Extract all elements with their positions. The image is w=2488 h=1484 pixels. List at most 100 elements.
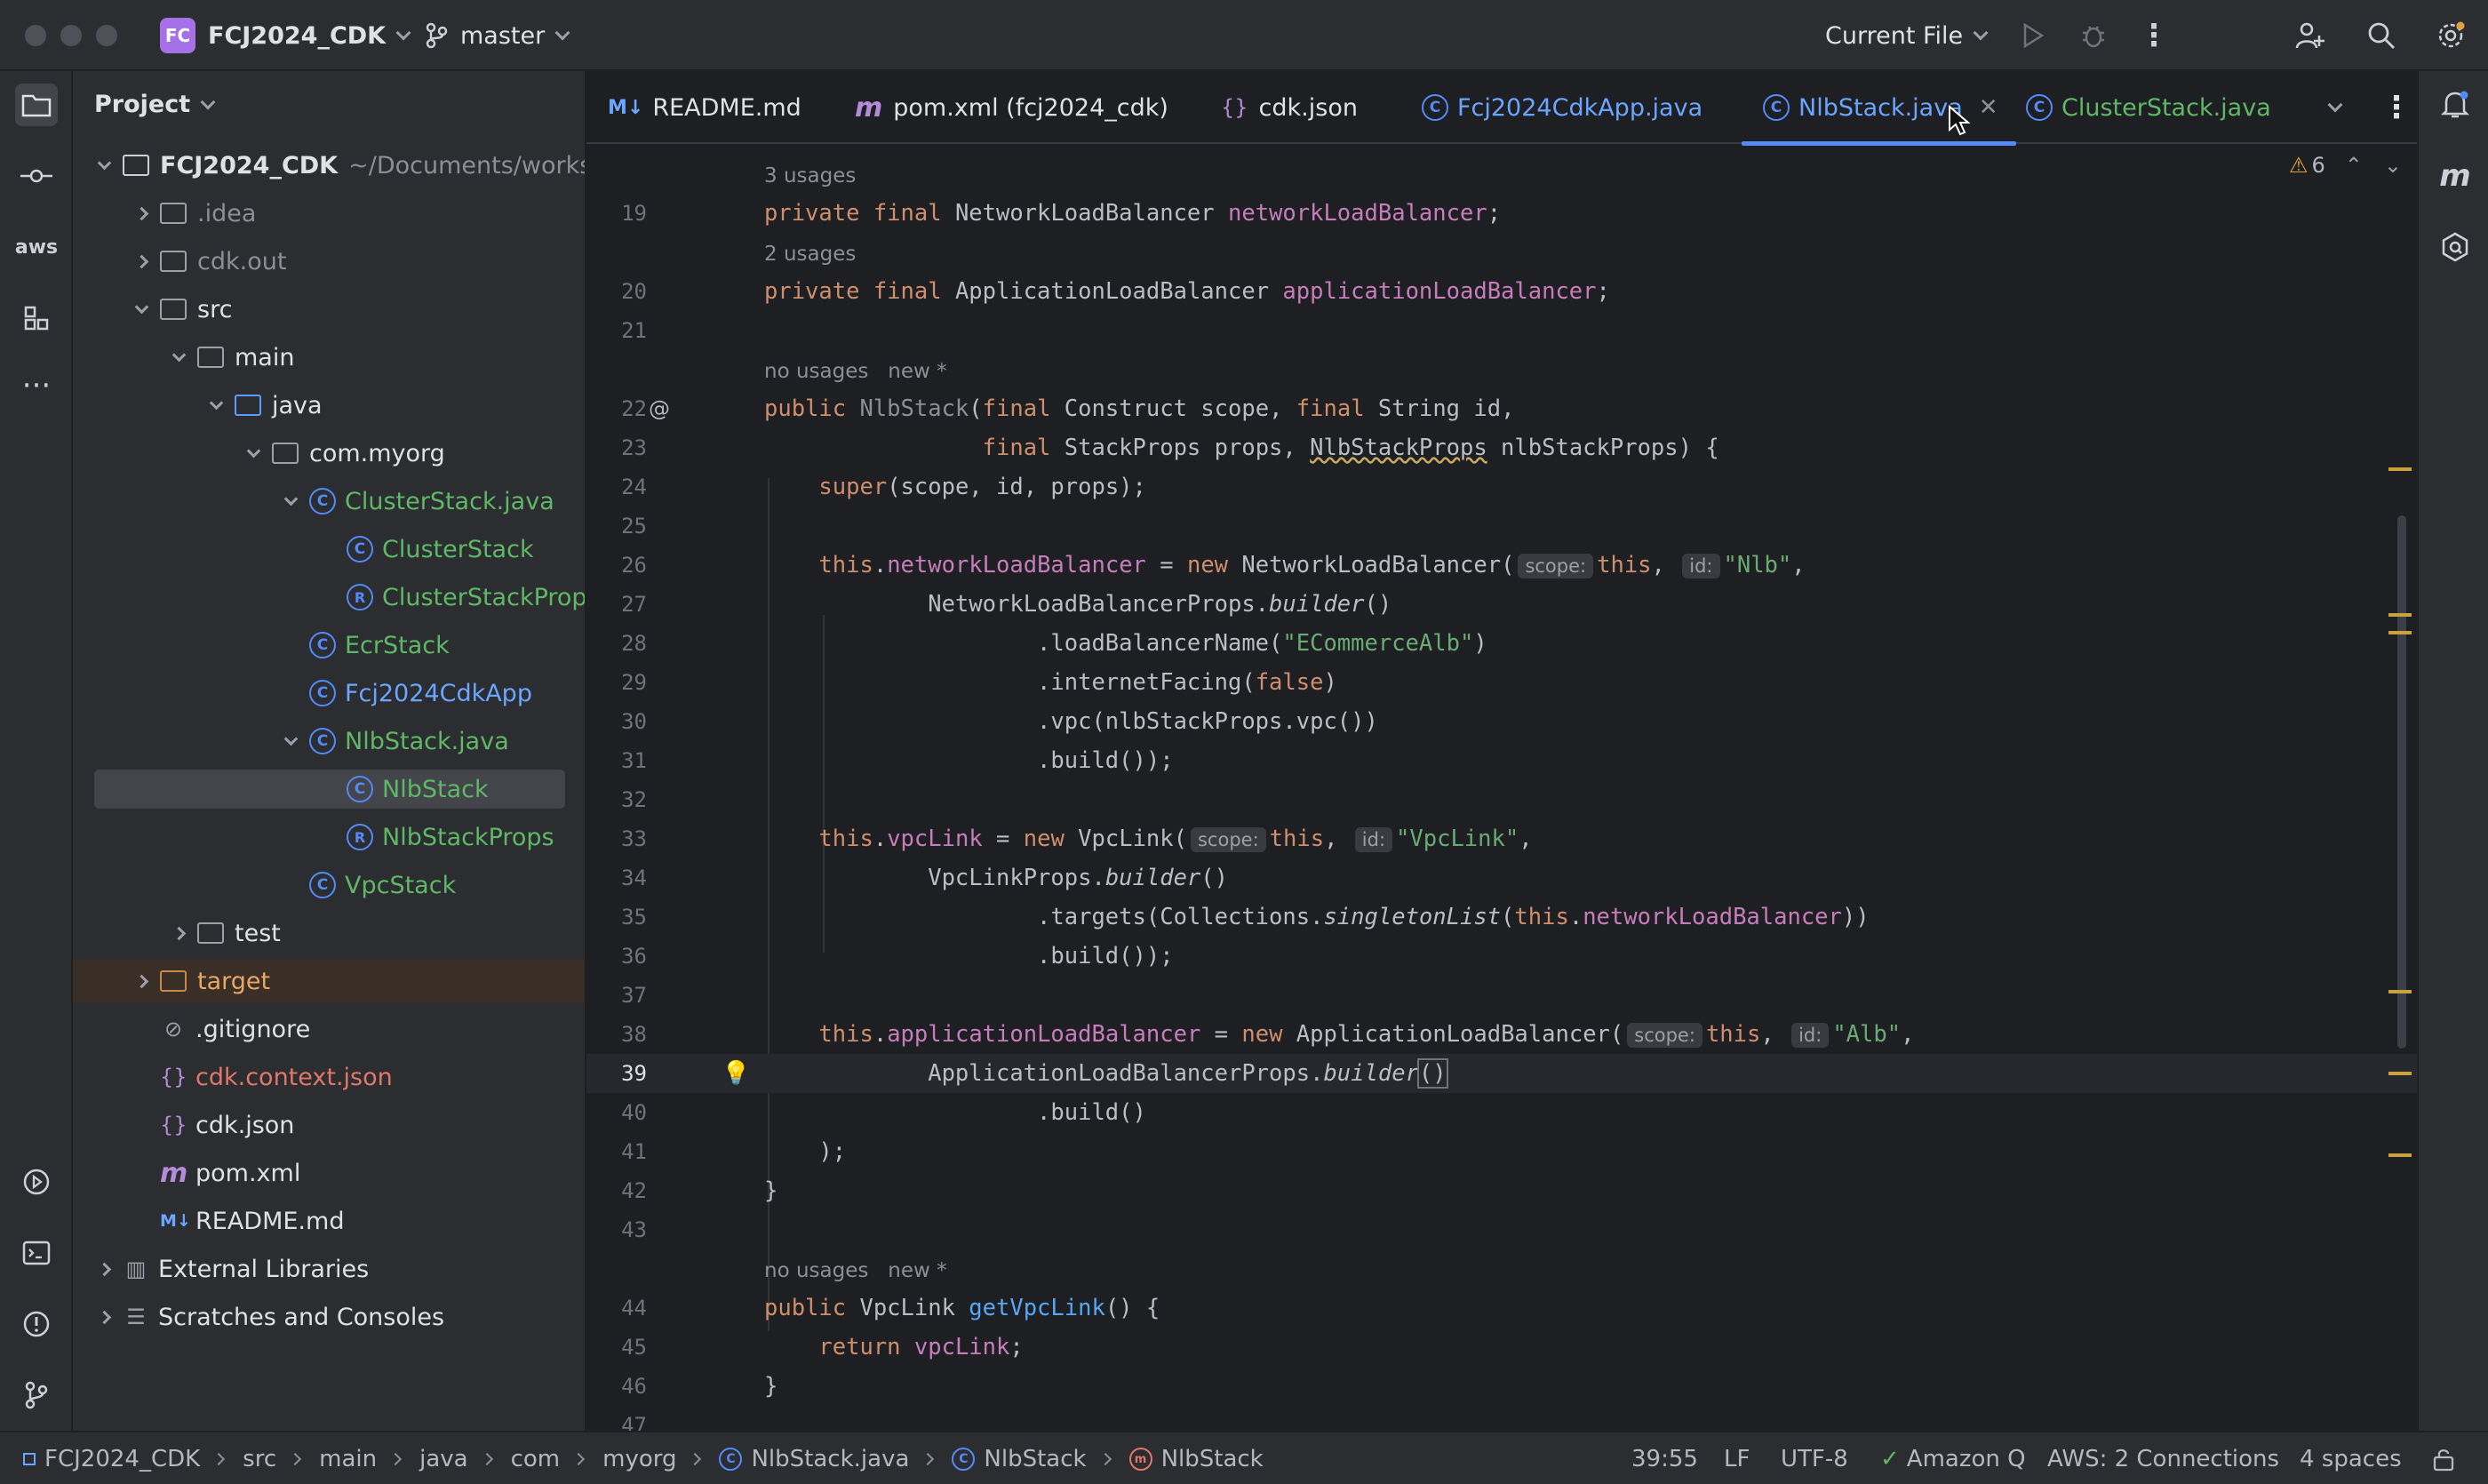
run-button[interactable] xyxy=(2015,18,2051,53)
notifications-icon[interactable] xyxy=(2434,84,2476,126)
tree-item[interactable]: R ClusterStackProps xyxy=(73,576,585,618)
usages-hint[interactable]: no usages new * xyxy=(764,354,947,389)
tab-more-icon[interactable]: ⋮ xyxy=(2381,71,2412,144)
run-config-selector[interactable]: Current File xyxy=(1825,16,1989,55)
file-encoding[interactable]: UTF-8 xyxy=(1781,1432,1848,1484)
tree-item[interactable]: C VpcStack xyxy=(73,864,585,906)
tab-nlbstack[interactable]: C NlbStack.java ✕ xyxy=(1742,71,2016,146)
breadcrumb-item[interactable]: NlbStack xyxy=(1161,1446,1264,1472)
breadcrumb-item[interactable]: FCJ2024_CDK xyxy=(44,1446,200,1472)
chevron-right-icon[interactable] xyxy=(132,971,151,991)
warning-marker[interactable] xyxy=(2388,631,2412,634)
tree-item[interactable]: src xyxy=(73,288,585,331)
tree-item[interactable]: test xyxy=(73,912,585,954)
breadcrumb-item[interactable]: com xyxy=(511,1446,561,1472)
tree-item[interactable]: C Fcj2024CdkApp xyxy=(73,672,585,714)
settings-gear-icon[interactable] xyxy=(2433,18,2468,53)
indent-setting[interactable]: 4 spaces xyxy=(2300,1432,2402,1484)
chevron-down-icon[interactable] xyxy=(132,299,151,319)
chevron-right-icon[interactable] xyxy=(94,1307,114,1327)
add-user-icon[interactable] xyxy=(2293,18,2328,53)
project-panel-header[interactable]: Project xyxy=(94,91,216,118)
amazon-q-status[interactable]: ✓ Amazon Q xyxy=(1880,1432,2026,1484)
usages-hint[interactable]: 2 usages xyxy=(764,236,856,272)
structure-icon[interactable] xyxy=(15,297,58,339)
usages-hint[interactable]: no usages new * xyxy=(764,1253,947,1289)
tab-fcj2024cdkapp[interactable]: C Fcj2024CdkApp.java xyxy=(1422,71,1703,144)
services-icon[interactable] xyxy=(15,1161,58,1203)
tree-item[interactable]: cdk.out xyxy=(73,240,585,283)
more-actions-icon[interactable]: ⋮ xyxy=(2136,18,2172,53)
tree-item[interactable]: ⊘ .gitignore xyxy=(73,1008,585,1050)
line-separator[interactable]: LF xyxy=(1724,1432,1750,1484)
warning-marker[interactable] xyxy=(2388,1153,2412,1157)
tree-item[interactable]: com.myorg xyxy=(73,432,585,475)
tree-item[interactable]: .idea xyxy=(73,192,585,235)
tree-item[interactable]: {} cdk.json xyxy=(73,1104,585,1146)
window-zoom-button[interactable] xyxy=(96,25,117,46)
override-marker-icon[interactable]: @ xyxy=(649,389,670,428)
breadcrumb-item[interactable]: myorg xyxy=(602,1446,676,1472)
tree-item[interactable]: java xyxy=(73,384,585,427)
tab-readme[interactable]: M↓ README.md xyxy=(608,71,801,144)
chevron-down-icon[interactable] xyxy=(206,395,226,415)
breadcrumb-item[interactable]: NlbStack.java xyxy=(751,1446,909,1472)
tab-cdk-json[interactable]: {} cdk.json xyxy=(1221,71,1358,144)
chevron-up-icon[interactable]: ⌃ xyxy=(2345,153,2363,178)
chevron-down-icon[interactable] xyxy=(169,347,188,367)
chevron-down-icon[interactable] xyxy=(281,491,300,511)
usages-hint[interactable]: 3 usages xyxy=(764,158,856,194)
window-minimize-button[interactable] xyxy=(60,25,82,46)
tree-item[interactable]: C NlbStack.java xyxy=(73,720,585,762)
inspection-widget[interactable]: ⚠ 6 ⌃ ⌄ xyxy=(2289,153,2402,178)
project-folder-icon[interactable] xyxy=(15,84,58,126)
problems-icon[interactable] xyxy=(15,1303,58,1345)
code-editor[interactable]: ⚠ 6 ⌃ ⌄ 3 usages 19 private final Networ… xyxy=(586,146,2417,1431)
tree-item[interactable]: M↓ README.md xyxy=(73,1200,585,1242)
commit-icon[interactable] xyxy=(15,155,58,197)
tab-pom-xml[interactable]: m pom.xml (fcj2024_cdk) xyxy=(855,71,1168,144)
tree-item[interactable]: m pom.xml xyxy=(73,1152,585,1194)
warning-marker[interactable] xyxy=(2388,990,2412,993)
breadcrumb-item[interactable]: main xyxy=(319,1446,377,1472)
more-tools-icon[interactable]: ··· xyxy=(15,364,58,407)
tab-list-dropdown[interactable] xyxy=(2327,71,2343,144)
window-close-button[interactable] xyxy=(25,25,46,46)
branch-switcher[interactable]: master xyxy=(425,16,570,55)
tree-item[interactable]: {} cdk.context.json xyxy=(73,1056,585,1098)
tree-item[interactable]: target xyxy=(73,960,585,1002)
search-icon[interactable] xyxy=(2364,18,2399,53)
tree-item[interactable]: ☰ Scratches and Consoles xyxy=(73,1296,585,1338)
tree-item[interactable]: FCJ2024_CDK ~/Documents/workshop xyxy=(73,144,585,187)
caret-position[interactable]: 39:55 xyxy=(1631,1432,1698,1484)
close-icon[interactable]: ✕ xyxy=(1979,94,1998,121)
lightbulb-icon[interactable]: 💡 xyxy=(722,1054,750,1093)
chevron-right-icon[interactable] xyxy=(132,203,151,223)
tree-item[interactable]: C ClusterStack.java xyxy=(73,480,585,523)
amazon-q-icon[interactable] xyxy=(2434,226,2476,268)
tree-item[interactable]: ▥ External Libraries xyxy=(73,1248,585,1290)
project-switcher[interactable]: FC FCJ2024_CDK xyxy=(160,16,411,55)
warning-marker[interactable] xyxy=(2388,613,2412,617)
read-only-lock-icon[interactable] xyxy=(2431,1432,2456,1484)
breadcrumb-item[interactable]: java xyxy=(419,1446,467,1472)
warning-marker[interactable] xyxy=(2388,1072,2412,1075)
tree-item[interactable]: main xyxy=(73,336,585,379)
chevron-down-icon[interactable]: ⌄ xyxy=(2384,153,2402,178)
chevron-down-icon[interactable] xyxy=(281,731,300,751)
tree-item[interactable]: R NlbStackProps xyxy=(73,816,585,858)
breadcrumb-item[interactable]: NlbStack xyxy=(984,1446,1086,1472)
maven-icon[interactable]: m xyxy=(2434,155,2476,197)
tree-item[interactable]: C ClusterStack xyxy=(73,528,585,570)
terminal-icon[interactable] xyxy=(15,1232,58,1274)
chevron-down-icon[interactable] xyxy=(94,156,114,175)
warning-marker[interactable] xyxy=(2388,467,2412,471)
git-icon[interactable] xyxy=(15,1374,58,1416)
chevron-right-icon[interactable] xyxy=(132,251,151,271)
tree-item[interactable]: C EcrStack xyxy=(73,624,585,666)
editor-scrollbar[interactable] xyxy=(2397,515,2406,1049)
debug-button[interactable] xyxy=(2076,18,2111,53)
aws-toolkit-icon[interactable]: aws xyxy=(15,226,58,268)
chevron-right-icon[interactable] xyxy=(169,923,188,943)
chevron-down-icon[interactable] xyxy=(243,443,263,463)
